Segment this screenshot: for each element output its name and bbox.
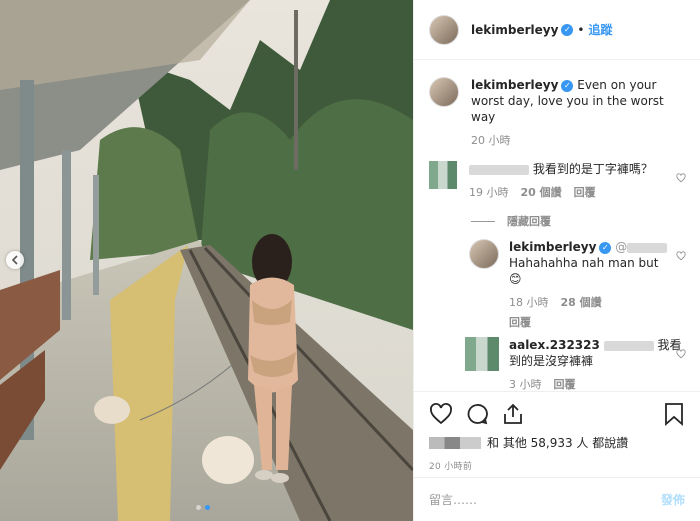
post-side-panel: lekimberleyy ✓ • 追蹤 lekimberleyy ✓ Even o… [413, 0, 700, 521]
mention-link[interactable]: @ [615, 240, 627, 254]
comment-text: 我看到的是丁字褲嗎？ [532, 162, 653, 176]
blurred-mention [627, 242, 668, 253]
hide-replies-button[interactable]: 隱藏回覆 [471, 213, 688, 229]
carousel-dot [196, 505, 201, 510]
likes-count: 和 其他 58,933 人 都說讚 [487, 436, 629, 450]
reply-button[interactable]: 回覆 [574, 185, 596, 201]
post-timestamp[interactable]: 20 小時前 [429, 459, 685, 472]
header-username[interactable]: lekimberleyy [471, 23, 558, 37]
hide-replies-label: 隱藏回覆 [507, 215, 551, 228]
photo-scene [0, 0, 413, 521]
avatar[interactable] [429, 77, 459, 107]
avatar[interactable] [469, 239, 499, 269]
comment-likes[interactable]: 28 個讚 [561, 295, 602, 311]
emoji: 😊 [509, 272, 522, 286]
bookmark-icon[interactable] [663, 402, 685, 426]
reply-username[interactable]: lekimberleyy [509, 240, 596, 254]
reply-button[interactable]: 回覆 [509, 315, 531, 331]
previous-photo-button[interactable] [6, 251, 24, 269]
blurred-username [469, 164, 529, 175]
caption-time[interactable]: 20 小時 [471, 133, 511, 149]
comment-bubble-icon[interactable] [465, 402, 489, 426]
verified-badge-icon: ✓ [599, 241, 612, 254]
post-comment-button[interactable]: 發佈 [661, 491, 685, 508]
share-icon[interactable] [501, 402, 525, 426]
list-item: lekimberleyy ✓ @ Hahahahha nah man but 😊 … [469, 239, 688, 331]
post-photo[interactable] [0, 0, 413, 521]
post-header: lekimberleyy ✓ • 追蹤 [414, 0, 700, 60]
avatar[interactable] [465, 337, 499, 371]
follow-button[interactable]: 追蹤 [588, 21, 612, 38]
separator: • [577, 22, 585, 37]
avatar[interactable] [429, 14, 459, 45]
comment-input[interactable]: 留言…… [429, 491, 477, 508]
comment-likes[interactable]: 20 個讚 [521, 185, 562, 201]
caption-username[interactable]: lekimberleyy [471, 78, 558, 92]
likes-summary[interactable]: 和 其他 58,933 人 都說讚 [429, 434, 685, 451]
comment-time[interactable]: 3 小時 [509, 377, 542, 391]
post-actions: 和 其他 58,933 人 都說讚 20 小時前 [414, 391, 700, 478]
comment-username[interactable]: aalex.232323 [509, 338, 600, 352]
reply-button[interactable]: 回覆 [554, 377, 576, 391]
divider [471, 220, 495, 222]
like-heart-icon[interactable] [429, 402, 453, 426]
comment-time[interactable]: 18 小時 [509, 295, 549, 311]
comment-composer: 留言…… 發佈 [414, 477, 700, 521]
chevron-left-icon [11, 255, 18, 265]
verified-badge-icon: ✓ [561, 79, 574, 92]
comment-text: Hahahahha nah man but [509, 256, 659, 270]
heart-icon[interactable] [676, 349, 686, 359]
verified-badge-icon: ✓ [561, 23, 574, 36]
comments-list[interactable]: lekimberleyy ✓ Even on your worst day, lo… [414, 61, 700, 391]
carousel-dots [196, 505, 210, 510]
heart-icon[interactable] [676, 173, 686, 183]
heart-icon[interactable] [676, 251, 686, 261]
caption-row: lekimberleyy ✓ Even on your worst day, lo… [429, 77, 688, 149]
list-item: aalex.232323 我看到的是沒穿褲褲 3 小時 回覆 [465, 337, 688, 391]
liker-avatars [429, 436, 481, 449]
avatar[interactable] [429, 161, 457, 189]
blurred-username [603, 340, 654, 351]
list-item: 我看到的是丁字褲嗎？ 19 小時 20 個讚 回覆 [429, 161, 688, 201]
carousel-dot-active [205, 505, 210, 510]
comment-time[interactable]: 19 小時 [469, 185, 509, 201]
